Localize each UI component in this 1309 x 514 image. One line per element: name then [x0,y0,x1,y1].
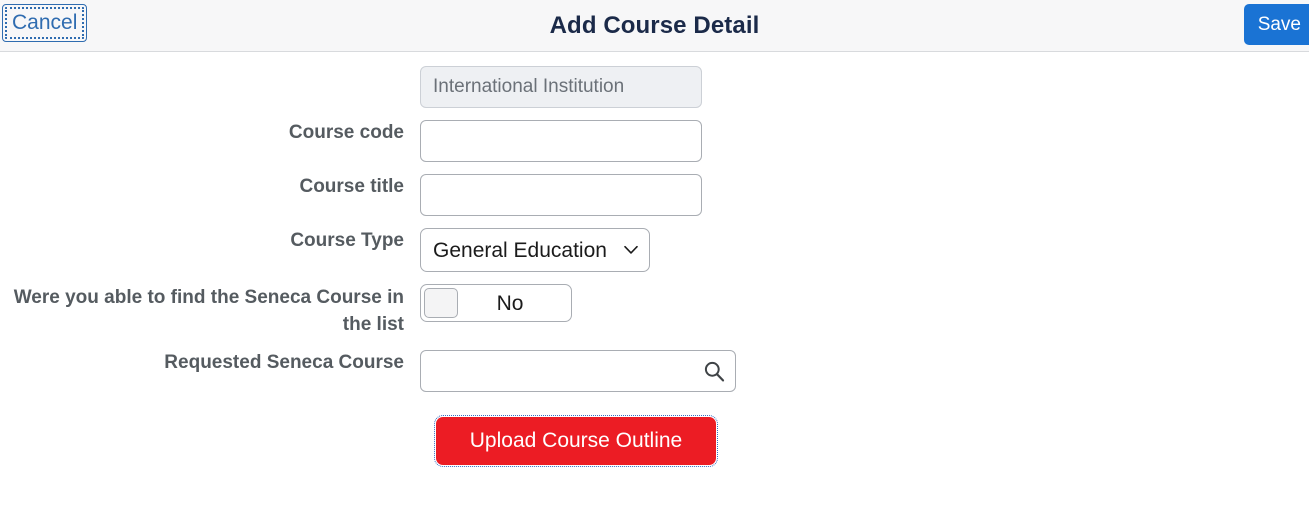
toggle-state-label: No [496,291,524,315]
form-row-requested-seneca-course: Requested Seneca Course [0,350,1309,392]
form-row-course-type: Course Type General Education [0,228,1309,272]
cancel-button[interactable]: Cancel [2,4,88,42]
institution-label [0,66,420,67]
found-seneca-course-label: Were you able to find the Seneca Course … [13,287,404,335]
requested-seneca-course-search-wrap [420,350,736,392]
upload-course-outline-label: Upload Course Outline [469,429,683,452]
course-code-field-wrap [420,120,1309,162]
course-type-select[interactable]: General Education [420,228,650,272]
requested-seneca-course-input[interactable] [420,350,736,392]
found-seneca-course-field-wrap: No [420,284,1309,322]
course-title-field-wrap [420,174,1309,216]
upload-course-outline-button[interactable]: Upload Course Outline [434,415,718,467]
course-type-field-wrap: General Education [420,228,1309,272]
course-type-label: Course Type [290,230,404,251]
course-type-select-wrap: General Education [420,228,650,272]
institution-input[interactable] [420,66,702,108]
save-button[interactable]: Save [1243,4,1309,45]
course-title-input[interactable] [420,174,702,216]
form-row-institution [0,66,1309,108]
course-title-label: Course title [299,176,404,197]
requested-seneca-course-field-wrap [420,350,1309,392]
course-detail-form: Course code Course title Course Type Gen… [0,52,1309,467]
toggle-knob[interactable] [424,288,458,318]
form-row-course-title: Course title [0,174,1309,216]
page-title: Add Course Detail [549,11,760,39]
course-code-input[interactable] [420,120,702,162]
save-button-label: Save [1257,13,1301,35]
form-row-found-seneca-course: Were you able to find the Seneca Course … [0,284,1309,338]
found-seneca-course-toggle[interactable]: No [420,284,572,322]
course-code-label: Course code [288,122,404,143]
form-row-course-code: Course code [0,120,1309,162]
cancel-button-label: Cancel [12,11,78,34]
page-header: Cancel Add Course Detail Save [0,0,1309,52]
requested-seneca-course-label: Requested Seneca Course [164,352,404,373]
institution-field-wrap [420,66,1309,108]
upload-row: Upload Course Outline [0,415,1309,467]
